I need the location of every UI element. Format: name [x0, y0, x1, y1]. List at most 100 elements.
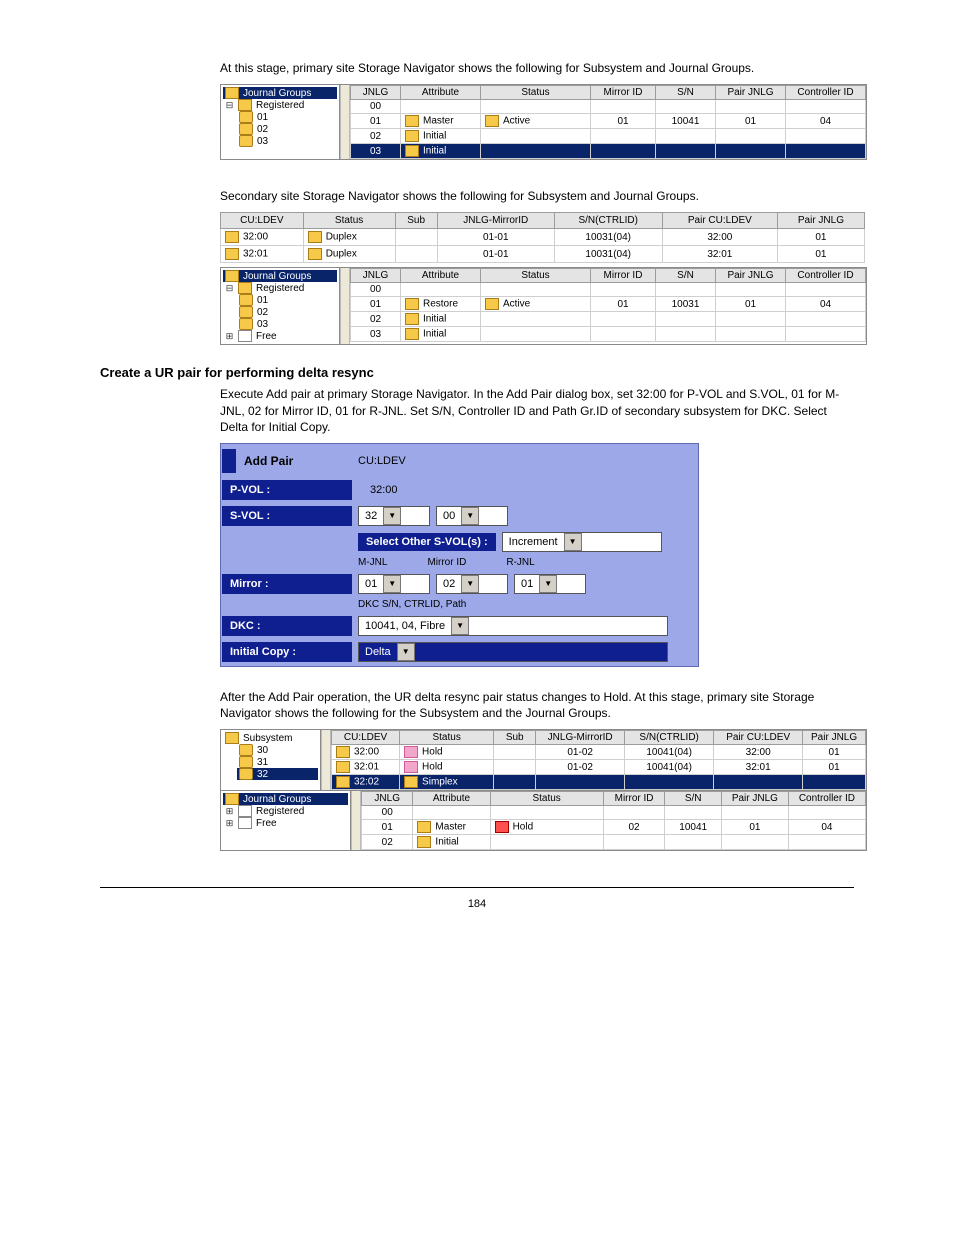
table-row[interactable]: 02Initial — [351, 312, 866, 327]
leaf-icon — [239, 123, 253, 135]
tree-item[interactable]: 30 — [237, 744, 318, 756]
table-row[interactable]: 32:01Hold01-0210041(04)32:0101 — [332, 760, 866, 775]
table-row[interactable]: 32:01Duplex01-0110031(04)32:0101 — [221, 246, 865, 263]
table-row[interactable]: 01MasterActive01100410104 — [351, 114, 866, 129]
table-row[interactable]: 03Initial — [351, 327, 866, 342]
tree-item-label: 01 — [257, 112, 268, 123]
tree-twisty-icon[interactable]: ⊞ — [225, 806, 234, 817]
table-row[interactable]: 01RestoreActive01100310104 — [351, 297, 866, 312]
table-row[interactable]: 02Initial — [351, 129, 866, 144]
column-header[interactable]: JNLG-MirrorID — [536, 731, 625, 745]
column-header[interactable]: Status — [490, 792, 603, 806]
column-header[interactable]: Pair CU:LDEV — [662, 213, 777, 229]
column-header[interactable]: S/N — [656, 86, 716, 100]
mjnl-select[interactable]: 01▼ — [358, 574, 430, 594]
tree-subsystem[interactable]: Subsystem — [223, 732, 318, 744]
tree-twisty-icon[interactable]: ⊞ — [225, 818, 234, 829]
column-header[interactable]: Pair JNLG — [777, 213, 864, 229]
column-header[interactable]: Status — [400, 731, 494, 745]
tree-item[interactable]: 01 — [237, 111, 337, 123]
table-row[interactable]: 00 — [351, 100, 866, 114]
column-header[interactable]: Status — [481, 86, 591, 100]
svol-select-cu[interactable]: 32▼ — [358, 506, 430, 526]
select-other-svol[interactable]: Increment▼ — [502, 532, 662, 552]
column-header[interactable]: JNLG — [362, 792, 413, 806]
pvol-value: 32:00 — [358, 484, 398, 496]
step-heading: Create a UR pair for performing delta re… — [100, 365, 954, 380]
table-row[interactable]: 00 — [351, 283, 866, 297]
tree-root-2[interactable]: Journal Groups — [223, 270, 337, 282]
column-header[interactable]: Mirror ID — [591, 269, 656, 283]
tree-item[interactable]: 02 — [237, 306, 337, 318]
column-header[interactable]: JNLG — [351, 86, 401, 100]
tree-registered[interactable]: ⊟ Registered — [223, 99, 337, 111]
column-header[interactable]: Pair JNLG — [721, 792, 788, 806]
column-header[interactable]: Pair JNLG — [803, 731, 866, 745]
splitter[interactable] — [340, 85, 350, 159]
tree-twisty-icon[interactable]: ⊞ — [225, 331, 234, 342]
tree-item[interactable]: 31 — [237, 756, 318, 768]
tree-item[interactable]: ⊞Registered — [223, 805, 348, 817]
jg-grid-secondary: JNLGAttributeStatusMirror IDS/NPair JNLG… — [350, 268, 866, 342]
column-header[interactable]: Controller ID — [788, 792, 865, 806]
table-row[interactable]: 01MasterHold02100410104 — [362, 820, 866, 835]
column-header[interactable]: Sub — [494, 731, 536, 745]
tree-item-label: 01 — [257, 295, 268, 306]
column-header[interactable]: Attribute — [401, 269, 481, 283]
column-header[interactable]: S/N(CTRLID) — [554, 213, 662, 229]
table-row[interactable]: 00 — [362, 806, 866, 820]
column-header[interactable]: Status — [303, 213, 395, 229]
subsystem-grid: CU:LDEVStatusSubJNLG-MirrorIDS/N(CTRLID)… — [331, 730, 866, 790]
tree-twisty-icon[interactable]: ⊟ — [225, 283, 234, 294]
column-header[interactable]: Pair CU:LDEV — [714, 731, 803, 745]
rjnl-select[interactable]: 01▼ — [514, 574, 586, 594]
table-row[interactable]: 32:02Simplex — [332, 775, 866, 790]
splitter[interactable] — [351, 791, 361, 850]
column-header[interactable]: Mirror ID — [591, 86, 656, 100]
splitter[interactable] — [340, 268, 350, 344]
tree-item[interactable]: 03 — [237, 135, 337, 147]
initial-copy-label: Initial Copy : — [222, 642, 352, 662]
column-header[interactable]: Controller ID — [786, 269, 866, 283]
column-header[interactable]: CU:LDEV — [221, 213, 304, 229]
tree-item[interactable]: 03 — [237, 318, 337, 330]
tree-item[interactable]: 02 — [237, 123, 337, 135]
tree-twisty-icon[interactable]: ⊟ — [225, 100, 234, 111]
tree-pane-2: Journal Groups ⊟ Registered 010203 ⊞ Fre… — [221, 268, 340, 344]
column-header[interactable]: S/N — [656, 269, 716, 283]
splitter[interactable] — [321, 730, 331, 790]
initial-copy-select[interactable]: Delta▼ — [358, 642, 668, 662]
tree-registered[interactable]: ⊟ Registered — [223, 282, 337, 294]
column-header[interactable]: Sub — [395, 213, 437, 229]
column-header[interactable]: Attribute — [413, 792, 490, 806]
table-row[interactable]: 32:00Duplex01-0110031(04)32:0001 — [221, 229, 865, 246]
table-row[interactable]: 02Initial — [362, 835, 866, 850]
column-header[interactable]: Status — [481, 269, 591, 283]
tree-free[interactable]: ⊞ Free — [223, 330, 337, 342]
column-header[interactable]: JNLG-MirrorID — [437, 213, 554, 229]
svol-label: S-VOL : — [222, 506, 352, 526]
column-header[interactable]: Controller ID — [786, 86, 866, 100]
tree-pane-3b: Journal Groups ⊞Registered⊞Free — [221, 791, 351, 850]
tree-item-label: 02 — [257, 307, 268, 318]
dkc-select[interactable]: 10041, 04, Fibre▼ — [358, 616, 668, 636]
column-header[interactable]: S/N — [665, 792, 722, 806]
table-row[interactable]: 32:00Hold01-0210041(04)32:0001 — [332, 745, 866, 760]
tree-root-3b[interactable]: Journal Groups — [223, 793, 348, 805]
table-row[interactable]: 03Initial — [351, 144, 866, 159]
tree-item[interactable]: 01 — [237, 294, 337, 306]
column-header[interactable]: S/N(CTRLID) — [625, 731, 714, 745]
column-header[interactable]: Mirror ID — [603, 792, 665, 806]
column-header[interactable]: CU:LDEV — [332, 731, 400, 745]
column-header[interactable]: Attribute — [401, 86, 481, 100]
column-header[interactable]: JNLG — [351, 269, 401, 283]
tree-root-1[interactable]: Journal Groups — [223, 87, 337, 99]
tree-item[interactable]: ⊞Free — [223, 817, 348, 829]
svol-select-ldev[interactable]: 00▼ — [436, 506, 508, 526]
screenshot-jg-secondary: Journal Groups ⊟ Registered 010203 ⊞ Fre… — [220, 267, 867, 345]
mirrorid-select[interactable]: 02▼ — [436, 574, 508, 594]
column-header[interactable]: Pair JNLG — [716, 269, 786, 283]
column-header[interactable]: Pair JNLG — [716, 86, 786, 100]
step-text: Execute Add pair at primary Storage Navi… — [220, 386, 854, 435]
tree-item[interactable]: 32 — [237, 768, 318, 780]
